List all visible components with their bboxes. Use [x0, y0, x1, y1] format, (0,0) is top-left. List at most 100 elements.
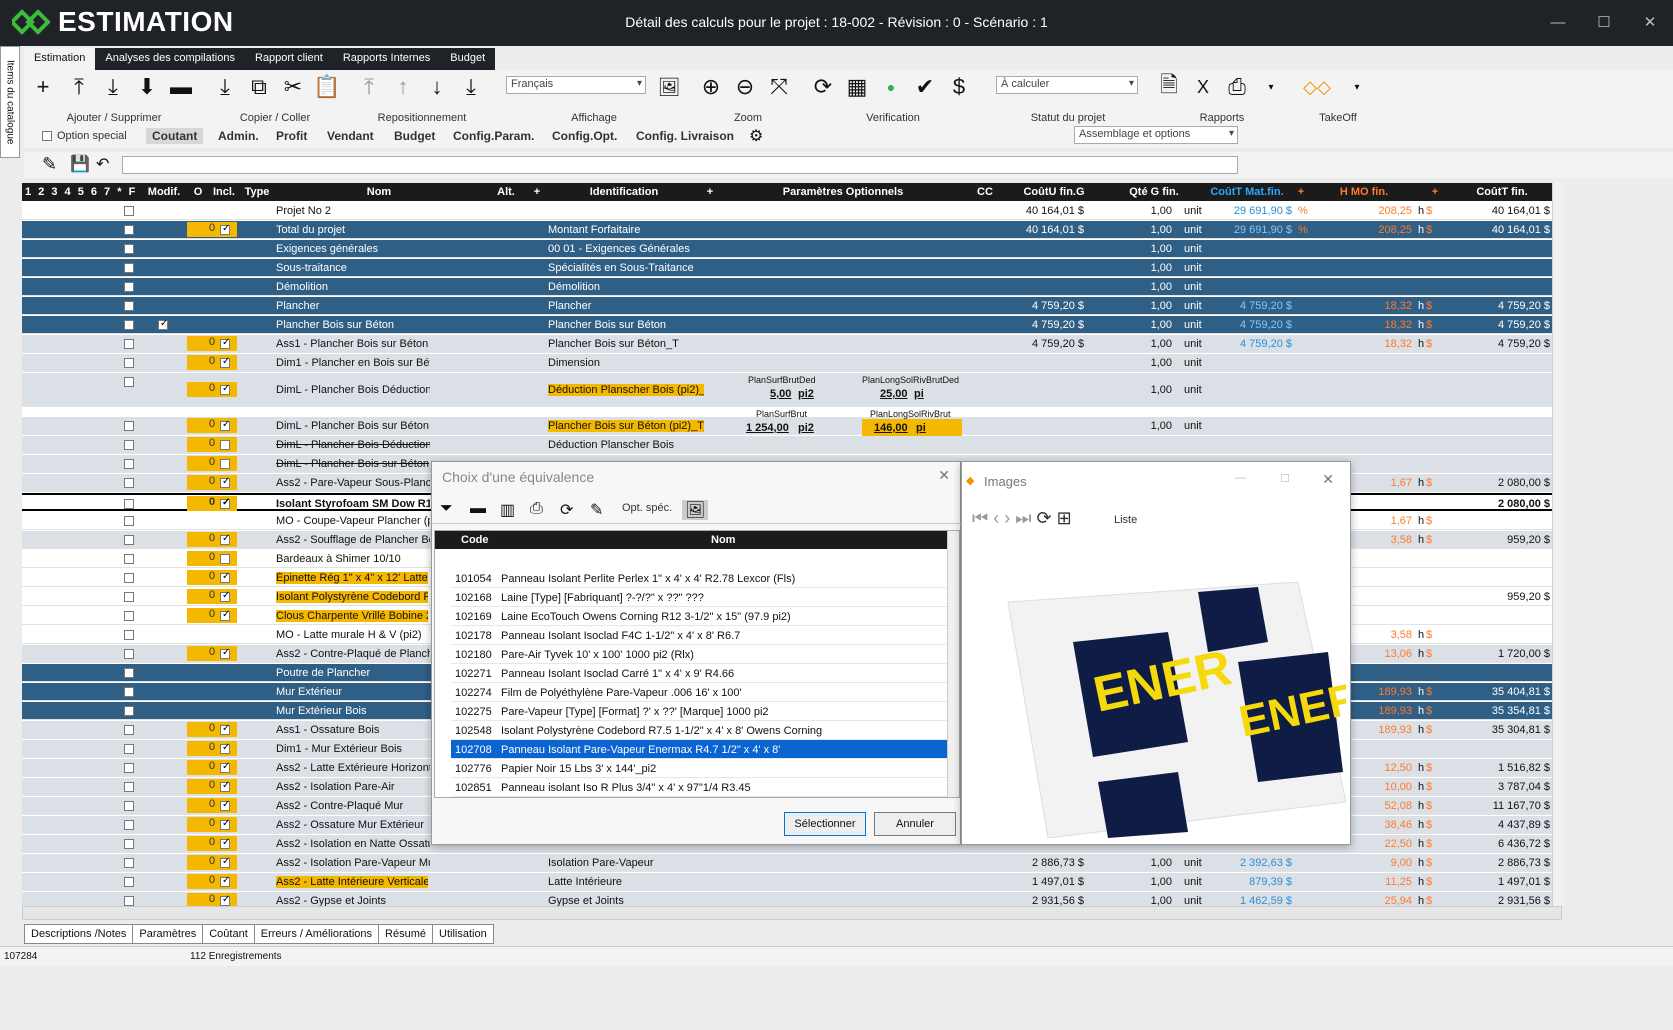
col-levels[interactable]: 1 2 3 4 5 6 7 * [25, 186, 125, 198]
refresh-icon[interactable]: ⟳ [1036, 508, 1051, 528]
col-params[interactable]: Paramètres Optionnels [718, 186, 968, 198]
list-item[interactable]: 102178 Panneau Isolant Isoclad F4C 1-1/2"… [451, 626, 947, 645]
incl-checkbox[interactable] [220, 497, 230, 509]
insert-child-icon[interactable]: ⬇ [132, 74, 162, 100]
f-checkbox[interactable] [124, 499, 134, 509]
zoom-out-icon[interactable]: ⊖ [730, 74, 760, 100]
menu-rapport-client[interactable]: Rapport client [245, 48, 333, 70]
f-checkbox[interactable] [124, 592, 134, 602]
f-checkbox[interactable] [124, 896, 134, 906]
list-item[interactable]: 102271 Panneau Isolant Isoclad Carré 1" x… [451, 664, 947, 683]
grid-horizontal-scrollbar[interactable] [22, 906, 1562, 920]
incl-checkbox[interactable] [220, 223, 230, 235]
incl-checkbox[interactable] [220, 894, 230, 906]
table-row[interactable]: Démolition Démolition 1,00 unit [22, 278, 1554, 296]
incl-checkbox[interactable] [220, 554, 230, 564]
col-h-mo[interactable]: H MO fin. [1310, 186, 1418, 198]
list-item[interactable]: 102708 Panneau Isolant Pare-Vapeur Enerma… [451, 740, 947, 759]
move-up-icon[interactable]: ↑ [388, 74, 418, 100]
last-icon[interactable]: ⏭ [1015, 508, 1031, 528]
insert-below-icon[interactable]: ⤓ [98, 74, 128, 100]
list-item[interactable]: 102851 Panneau isolant Iso R Plus 3/4" x … [451, 778, 947, 797]
f-checkbox[interactable] [124, 421, 134, 431]
move-down-icon[interactable]: ↓ [422, 74, 452, 100]
param-value[interactable]: 25,00 [880, 388, 908, 400]
param-value[interactable]: 1 254,00 [746, 422, 789, 434]
tab-config-opt[interactable]: Config.Opt. [546, 128, 623, 144]
incl-checkbox[interactable] [220, 459, 230, 469]
close-icon[interactable]: ✕ [1627, 0, 1673, 44]
first-icon[interactable]: ⏮ [972, 508, 988, 528]
check-icon[interactable]: ✔ [910, 74, 940, 100]
takeoff-icon[interactable]: ◇◇ [1302, 74, 1332, 100]
image-icon[interactable]: 🖼 [682, 500, 709, 520]
menu-estimation[interactable]: Estimation [24, 48, 96, 70]
incl-checkbox[interactable] [220, 476, 230, 488]
dollar-icon[interactable]: $ [944, 74, 974, 100]
col-cc[interactable]: CC [970, 186, 1000, 198]
f-checkbox[interactable] [124, 516, 134, 526]
minus-icon[interactable]: ▬ [470, 500, 486, 518]
f-checkbox[interactable] [124, 763, 134, 773]
opt-spec-label[interactable]: Opt. spéc. [622, 502, 672, 514]
f-checkbox[interactable] [124, 377, 134, 387]
table-row[interactable]: 0Total du projetMontant Forfaitaire40 16… [22, 221, 1554, 239]
incl-checkbox[interactable] [220, 533, 230, 545]
tab-coutant[interactable]: Coutant [146, 128, 204, 144]
list-item[interactable]: 102776 Papier Noir 15 Lbs 3' x 144'_pi2 [451, 759, 947, 778]
incl-checkbox[interactable] [220, 799, 230, 811]
incl-checkbox[interactable] [220, 875, 230, 887]
undo-icon[interactable]: ↶ [96, 154, 109, 174]
insert-above-icon[interactable]: ⤒ [64, 74, 94, 100]
download-icon[interactable]: ⤓ [210, 74, 240, 100]
f-checkbox[interactable] [124, 339, 134, 349]
tab-parametres[interactable]: Paramètres [132, 924, 204, 944]
paste-icon[interactable]: 📋 [312, 74, 342, 100]
close-icon[interactable]: ✕ [1322, 471, 1334, 488]
grid-vertical-scrollbar[interactable] [1552, 183, 1564, 906]
incl-checkbox[interactable] [220, 609, 230, 621]
cancel-button[interactable]: Annuler [874, 812, 956, 836]
f-checkbox[interactable] [124, 668, 134, 678]
col-alt[interactable]: Alt. [484, 186, 528, 198]
f-checkbox[interactable] [124, 801, 134, 811]
settings-gear-icon[interactable]: ⚙ [749, 126, 763, 146]
save-icon[interactable]: 💾 [70, 154, 90, 174]
formula-input[interactable] [122, 156, 1238, 174]
maximize-icon[interactable]: ☐ [1280, 472, 1290, 485]
f-checkbox[interactable] [124, 225, 134, 235]
incl-checkbox[interactable] [220, 818, 230, 830]
next-icon[interactable]: › [1004, 508, 1010, 528]
f-checkbox[interactable] [124, 244, 134, 254]
f-checkbox[interactable] [124, 301, 134, 311]
dropdown-icon[interactable]: ▾ [1342, 74, 1372, 100]
col-plus[interactable]: + [1420, 186, 1450, 198]
col-incl[interactable]: Incl. [210, 186, 238, 198]
incl-checkbox[interactable] [220, 337, 230, 349]
f-checkbox[interactable] [124, 320, 134, 330]
table-row[interactable]: Plancher Bois sur Béton Plancher Bois sur… [22, 316, 1554, 334]
col-identification[interactable]: Identification [546, 186, 702, 198]
tab-descriptions[interactable]: Descriptions /Notes [24, 924, 134, 944]
table-row[interactable]: Projet No 2 40 164,01 $ 1,00 unit 29 691,90 … [22, 202, 1554, 220]
tab-coutant[interactable]: Coûtant [202, 924, 255, 944]
language-select[interactable]: Français [506, 76, 646, 94]
filter-icon[interactable]: ⏷ [440, 500, 453, 518]
f-checkbox[interactable] [124, 858, 134, 868]
col-qty[interactable]: Qté G fin. [1108, 186, 1200, 198]
tab-vendant[interactable]: Vendant [321, 128, 380, 144]
f-checkbox[interactable] [124, 478, 134, 488]
menu-budget[interactable]: Budget [440, 48, 495, 70]
select-button[interactable]: Sélectionner [784, 812, 866, 836]
pencil-icon[interactable]: ✎ [42, 154, 57, 175]
table-row[interactable]: 0Ass2 - Gypse et JointsGypse et Joints2 … [22, 892, 1554, 906]
col-plus[interactable]: + [530, 186, 544, 198]
list-item[interactable]: 102275 Pare-Vapeur [Type] [Format] ?' x ?… [451, 702, 947, 721]
table-row[interactable]: 0Ass1 - Plancher Bois sur BétonPlancher … [22, 335, 1554, 353]
move-bottom-icon[interactable]: ⤓ [456, 74, 486, 100]
f-checkbox[interactable] [124, 839, 134, 849]
refresh-icon[interactable]: ⟳ [808, 74, 838, 100]
param-value[interactable]: 5,00 [770, 388, 791, 400]
tab-budget[interactable]: Budget [388, 128, 441, 144]
zoom-in-icon[interactable]: ⊕ [696, 74, 726, 100]
